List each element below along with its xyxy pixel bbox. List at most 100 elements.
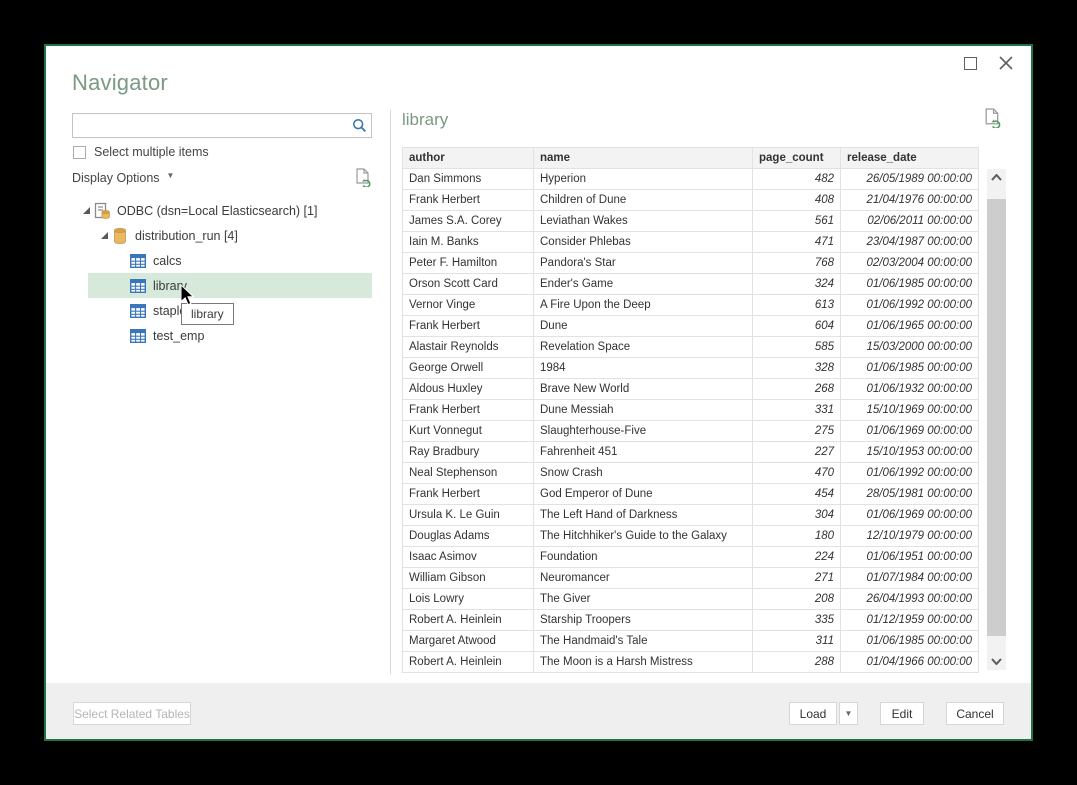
tree-item-label: ODBC (dsn=Local Elasticsearch) [1] bbox=[117, 204, 317, 218]
table-cell: Robert A. Heinlein bbox=[403, 652, 534, 673]
expand-icon[interactable] bbox=[100, 231, 112, 240]
table-cell: William Gibson bbox=[403, 568, 534, 589]
edit-button[interactable]: Edit bbox=[880, 702, 924, 725]
table-cell: Fahrenheit 451 bbox=[534, 442, 753, 463]
table-scrollbar[interactable] bbox=[987, 169, 1006, 670]
table-row: Kurt VonnegutSlaughterhouse-Five27501/06… bbox=[403, 421, 979, 442]
scroll-down-button[interactable] bbox=[987, 653, 1006, 670]
table-cell: Dune bbox=[534, 316, 753, 337]
table-cell: Frank Herbert bbox=[403, 400, 534, 421]
table-cell: 331 bbox=[753, 400, 841, 421]
table-cell: Children of Dune bbox=[534, 190, 753, 211]
column-header-name: name bbox=[534, 148, 753, 169]
tree-item-odbc-dsn-local-elasticsearch-1[interactable]: ODBC (dsn=Local Elasticsearch) [1] bbox=[72, 198, 372, 223]
table-row: Isaac AsimovFoundation22401/06/1951 00:0… bbox=[403, 547, 979, 568]
tree-item-label: test_emp bbox=[153, 329, 204, 343]
column-header-release_date: release_date bbox=[841, 148, 979, 169]
table-cell: 01/06/1965 00:00:00 bbox=[841, 316, 979, 337]
table-cell: Iain M. Banks bbox=[403, 232, 534, 253]
table-cell: 561 bbox=[753, 211, 841, 232]
table-row: James S.A. CoreyLeviathan Wakes56102/06/… bbox=[403, 211, 979, 232]
table-cell: Aldous Huxley bbox=[403, 379, 534, 400]
scroll-up-button[interactable] bbox=[987, 169, 1006, 186]
table-row: Frank HerbertDune Messiah33115/10/1969 0… bbox=[403, 400, 979, 421]
tooltip: library bbox=[181, 303, 234, 325]
table-cell: 15/10/1969 00:00:00 bbox=[841, 400, 979, 421]
tree-item-label: library bbox=[153, 279, 187, 293]
tree-item-label: distribution_run [4] bbox=[135, 229, 238, 243]
table-cell: Dune Messiah bbox=[534, 400, 753, 421]
display-options-dropdown[interactable]: Display Options ▼ bbox=[72, 171, 174, 185]
tree-item-library[interactable]: library bbox=[72, 273, 372, 298]
select-related-tables-button[interactable]: Select Related Tables bbox=[73, 702, 191, 725]
table-cell: 227 bbox=[753, 442, 841, 463]
table-icon bbox=[130, 329, 148, 343]
load-button[interactable]: Load bbox=[789, 702, 837, 725]
preview-refresh-icon[interactable] bbox=[984, 108, 1002, 133]
table-cell: James S.A. Corey bbox=[403, 211, 534, 232]
table-cell: George Orwell bbox=[403, 358, 534, 379]
table-cell: 408 bbox=[753, 190, 841, 211]
table-cell: Leviathan Wakes bbox=[534, 211, 753, 232]
maximize-button[interactable] bbox=[955, 50, 985, 76]
footer-bar: Select Related Tables Load ▼ Edit Cancel bbox=[46, 683, 1031, 739]
table-cell: Margaret Atwood bbox=[403, 631, 534, 652]
expand-icon[interactable] bbox=[82, 206, 94, 215]
table-cell: 288 bbox=[753, 652, 841, 673]
table-cell: 768 bbox=[753, 253, 841, 274]
table-cell: 01/06/1992 00:00:00 bbox=[841, 463, 979, 484]
table-cell: 15/10/1953 00:00:00 bbox=[841, 442, 979, 463]
table-cell: 224 bbox=[753, 547, 841, 568]
table-row: Orson Scott CardEnder's Game32401/06/198… bbox=[403, 274, 979, 295]
table-cell: 335 bbox=[753, 610, 841, 631]
load-dropdown-button[interactable]: ▼ bbox=[839, 702, 858, 725]
search-input[interactable] bbox=[73, 114, 347, 137]
dialog-title: Navigator bbox=[72, 70, 168, 96]
table-row: Ray BradburyFahrenheit 45122715/10/1953 … bbox=[403, 442, 979, 463]
tree-item-test-emp[interactable]: test_emp bbox=[72, 323, 372, 348]
cancel-button[interactable]: Cancel bbox=[946, 702, 1004, 725]
table-cell: 15/03/2000 00:00:00 bbox=[841, 337, 979, 358]
table-cell: 328 bbox=[753, 358, 841, 379]
table-cell: Consider Phlebas bbox=[534, 232, 753, 253]
table-cell: Douglas Adams bbox=[403, 526, 534, 547]
table-cell: 01/04/1966 00:00:00 bbox=[841, 652, 979, 673]
table-row: Peter F. HamiltonPandora's Star76802/03/… bbox=[403, 253, 979, 274]
chevron-up-icon bbox=[991, 174, 1002, 181]
tree-item-calcs[interactable]: calcs bbox=[72, 248, 372, 273]
table-row: Aldous HuxleyBrave New World26801/06/193… bbox=[403, 379, 979, 400]
table-cell: 02/06/2011 00:00:00 bbox=[841, 211, 979, 232]
table-cell: The Left Hand of Darkness bbox=[534, 505, 753, 526]
database-icon bbox=[112, 227, 130, 245]
table-cell: Frank Herbert bbox=[403, 484, 534, 505]
table-cell: Robert A. Heinlein bbox=[403, 610, 534, 631]
chevron-down-icon bbox=[991, 658, 1002, 665]
tree-item-distribution-run-4[interactable]: distribution_run [4] bbox=[72, 223, 372, 248]
preview-title: library bbox=[402, 110, 448, 130]
close-icon bbox=[999, 56, 1013, 70]
table-cell: 324 bbox=[753, 274, 841, 295]
table-row: Neal StephensonSnow Crash47001/06/1992 0… bbox=[403, 463, 979, 484]
navigation-tree: ODBC (dsn=Local Elasticsearch) [1] distri… bbox=[72, 198, 372, 348]
select-multiple-checkbox[interactable] bbox=[73, 146, 86, 159]
close-button[interactable] bbox=[991, 50, 1021, 76]
tree-refresh-icon[interactable] bbox=[355, 168, 372, 187]
table-cell: Hyperion bbox=[534, 169, 753, 190]
table-cell: Brave New World bbox=[534, 379, 753, 400]
table-cell: A Fire Upon the Deep bbox=[534, 295, 753, 316]
search-box bbox=[72, 113, 372, 138]
table-row: Douglas AdamsThe Hitchhiker's Guide to t… bbox=[403, 526, 979, 547]
column-header-page_count: page_count bbox=[753, 148, 841, 169]
table-icon bbox=[130, 254, 148, 268]
table-cell: 01/06/1985 00:00:00 bbox=[841, 274, 979, 295]
maximize-icon bbox=[964, 57, 977, 70]
table-cell: Ursula K. Le Guin bbox=[403, 505, 534, 526]
table-cell: Snow Crash bbox=[534, 463, 753, 484]
table-cell: 1984 bbox=[534, 358, 753, 379]
table-cell: The Hitchhiker's Guide to the Galaxy bbox=[534, 526, 753, 547]
table-cell: 208 bbox=[753, 589, 841, 610]
table-row: Frank HerbertGod Emperor of Dune45428/05… bbox=[403, 484, 979, 505]
table-cell: 12/10/1979 00:00:00 bbox=[841, 526, 979, 547]
display-options-row: Display Options ▼ bbox=[72, 168, 372, 187]
scrollbar-thumb[interactable] bbox=[987, 199, 1006, 636]
